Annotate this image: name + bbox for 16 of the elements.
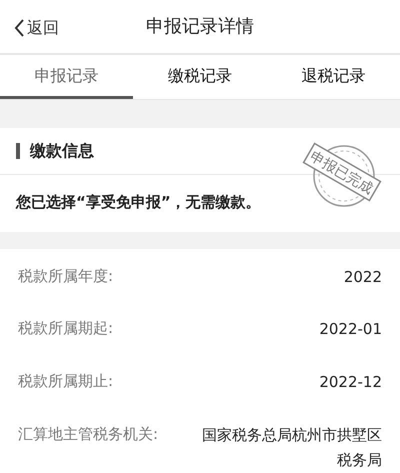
field-label: 税款所属期止: [18,371,114,392]
field-label: 汇算地主管税务机关: [18,424,158,445]
section-heading: 缴款信息 [30,140,94,162]
section-marker [16,143,20,159]
field-value: 2022 [344,266,382,288]
chevron-left-icon [14,19,25,37]
back-button[interactable]: 返回 [14,16,59,40]
field-value: 2022-01 [319,319,382,340]
tab[interactable]: 缴税记录 [133,55,267,99]
tab[interactable]: 退税记录 [266,55,400,99]
field-value: 2022-12 [319,372,382,393]
field-label: 税款所属期起: [18,318,114,340]
field-value: 国家税务总局杭州市拱墅区税务局 [201,424,382,470]
message-text: 您已选择“享受免申报”，无需缴款。 [16,193,261,211]
field-label: 税款所属年度: [18,266,114,286]
page-title: 申报记录详情 [146,15,254,39]
